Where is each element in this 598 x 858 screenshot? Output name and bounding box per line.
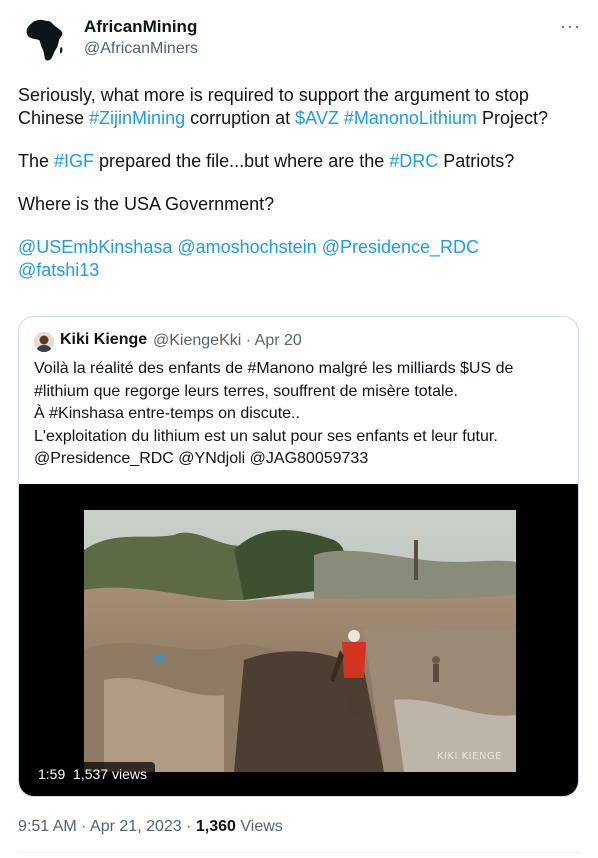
tweet: AfricanMining @AfricanMiners ··· Serious…: [0, 0, 598, 858]
tweet-mentions: @USEmbKinshasa @amoshochstein @Presidenc…: [18, 236, 583, 282]
hashtag-link[interactable]: #ManonoLithium: [344, 108, 477, 128]
views-count: 1,360: [195, 818, 236, 835]
text-segment: Patriots?: [438, 151, 515, 171]
hashtag-link[interactable]: #DRC: [389, 151, 438, 171]
africa-map-icon: [26, 19, 63, 61]
quoted-line: Voilà la réalité des enfants de #Manono …: [34, 360, 514, 400]
tweet-footer: 9:51 AM · Apr 21, 2023 · 1,360 Views: [18, 818, 283, 835]
quoted-author-name[interactable]: Kiki Kienge: [60, 331, 147, 349]
quoted-text: Voilà la réalité des enfants de #Manono …: [34, 358, 564, 471]
text-segment: corruption at: [185, 108, 296, 128]
more-icon[interactable]: ···: [560, 16, 580, 36]
quoted-line: À #Kinshasa entre-temps on discute..: [34, 405, 300, 422]
quoted-line: L'exploitation du lithium est un salut p…: [34, 427, 498, 445]
quoted-author-handle[interactable]: @KiengeKki: [153, 332, 241, 349]
mining-pit-image: [84, 510, 516, 772]
hashtag-link[interactable]: #ZijinMining: [89, 108, 185, 128]
author-name[interactable]: AfricanMining: [84, 17, 197, 37]
person-avatar-icon: [34, 332, 54, 352]
tweet-date[interactable]: Apr 21, 2023: [90, 818, 182, 835]
mention-link[interactable]: @fatshi13: [18, 260, 99, 280]
tweet-text: Seriously, what more is required to supp…: [18, 84, 583, 282]
quoted-tweet[interactable]: Kiki Kienge @KiengeKki · Apr 20 Voilà la…: [18, 316, 579, 797]
quoted-author-avatar[interactable]: [34, 332, 54, 352]
text-segment: prepared the file...but where are the: [94, 151, 390, 171]
video-views: 1,537 views: [73, 766, 147, 782]
quoted-date[interactable]: Apr 20: [255, 332, 302, 349]
mention-link[interactable]: @Presidence_RDC: [322, 237, 479, 257]
hashtag-link[interactable]: #IGF: [54, 151, 94, 171]
tweet-paragraph-1: Seriously, what more is required to supp…: [18, 84, 583, 130]
video-stats-pill: 1:59 1,537 views: [30, 762, 155, 786]
video-duration: 1:59: [38, 766, 66, 782]
author-avatar[interactable]: [18, 14, 70, 66]
mention-link[interactable]: @amoshochstein: [177, 237, 316, 257]
quoted-line: @Presidence_RDC @YNdjoli @JAG80059733: [34, 450, 369, 467]
quoted-author-meta: @KiengeKki · Apr 20: [153, 332, 302, 349]
tweet-paragraph-2: The #IGF prepared the file...but where a…: [18, 150, 583, 173]
cashtag-link[interactable]: $AVZ: [295, 108, 339, 128]
text-segment: Project?: [476, 108, 548, 128]
text-segment: The: [18, 151, 55, 171]
author-handle[interactable]: @AfricanMiners: [84, 40, 198, 58]
tweet-paragraph-3: Where is the USA Government?: [18, 194, 275, 214]
divider: [18, 852, 580, 853]
video-player[interactable]: KIKI KIENGE 1:59 1,537 views: [19, 484, 578, 796]
views-label: Views: [240, 818, 283, 835]
mention-link[interactable]: @USEmbKinshasa: [18, 237, 172, 257]
video-watermark: KIKI KIENGE: [436, 751, 502, 762]
video-frame: KIKI KIENGE: [84, 510, 516, 772]
tweet-time[interactable]: 9:51 AM: [18, 818, 77, 835]
